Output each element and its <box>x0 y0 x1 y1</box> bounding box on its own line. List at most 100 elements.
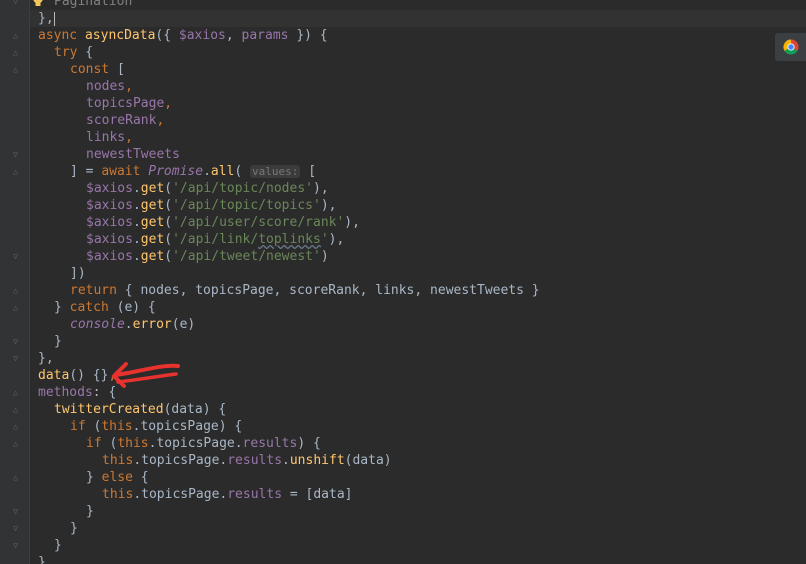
fold-open-icon[interactable] <box>11 303 20 312</box>
code-line[interactable]: $axios.get('/api/topic/topics'), <box>86 197 336 214</box>
code-line[interactable]: console.error(e) <box>70 316 195 333</box>
code-token: console <box>70 317 125 332</box>
code-token: ( <box>85 419 102 434</box>
code-token: unshift <box>289 453 345 468</box>
fold-close-icon[interactable] <box>11 252 20 261</box>
code-line[interactable]: if (this.topicsPage.results) { <box>86 435 321 452</box>
code-token: ( <box>164 181 173 196</box>
fold-close-icon[interactable] <box>11 0 20 6</box>
code-editor[interactable]: Pagination},async asyncData({ $axios, pa… <box>0 0 806 564</box>
code-token: [ <box>109 62 125 77</box>
code-line[interactable]: const [ <box>70 61 125 78</box>
fold-open-icon[interactable] <box>11 388 20 397</box>
code-token: }, <box>38 11 54 26</box>
code-token: ) { <box>297 436 321 451</box>
code-line[interactable]: ] = await Promise.all( values: [ <box>70 163 316 180</box>
code-line[interactable]: if (this.topicsPage) { <box>70 418 242 435</box>
code-line[interactable]: this.topicsPage.results = [data] <box>102 486 352 503</box>
fold-close-icon[interactable] <box>11 541 20 550</box>
code-line[interactable]: async asyncData({ $axios, params }) { <box>38 27 328 44</box>
code-token: ), <box>328 232 345 247</box>
code-token: error <box>132 317 172 332</box>
code-line[interactable]: data() {}, <box>38 367 116 384</box>
fold-close-icon[interactable] <box>11 337 20 346</box>
code-line[interactable]: $axios.get('/api/link/toplinks'), <box>86 231 344 248</box>
code-token: twitterCreated <box>54 402 164 417</box>
code-line[interactable]: methods: { <box>38 384 116 401</box>
fold-open-icon[interactable] <box>11 422 20 431</box>
code-token: methods <box>38 385 93 400</box>
code-token: get <box>140 198 165 213</box>
code-token: } <box>54 538 62 553</box>
code-token: topicsPage <box>86 96 165 111</box>
code-token: get <box>140 215 165 230</box>
code-line[interactable]: } <box>54 333 62 350</box>
code-token: } <box>54 300 70 315</box>
code-line[interactable]: scoreRank, <box>86 112 164 129</box>
fold-close-icon[interactable] <box>11 524 20 533</box>
code-line[interactable]: }, <box>38 10 55 27</box>
code-line[interactable]: Pagination <box>54 0 132 10</box>
browser-preview-button[interactable] <box>775 33 806 61</box>
code-line[interactable]: } <box>70 520 78 537</box>
code-line[interactable]: } <box>86 503 94 520</box>
code-token: ' <box>320 232 329 247</box>
fold-open-icon[interactable] <box>11 439 20 448</box>
code-line[interactable]: return { nodes, topicsPage, scoreRank, l… <box>70 282 540 299</box>
code-line[interactable]: $axios.get('/api/topic/nodes'), <box>86 180 329 197</box>
code-token: ) <box>320 249 329 264</box>
fold-close-icon[interactable] <box>11 507 20 516</box>
code-token: }, <box>38 351 54 366</box>
code-line[interactable]: nodes, <box>86 78 133 95</box>
code-token: results <box>242 436 298 451</box>
code-token: this <box>117 436 149 451</box>
code-token: get <box>140 181 165 196</box>
code-token: this <box>102 487 134 502</box>
code-line[interactable]: }, <box>38 350 54 367</box>
code-line[interactable]: twitterCreated(data) { <box>54 401 226 418</box>
code-line[interactable]: } catch (e) { <box>54 299 156 316</box>
fold-close-icon[interactable] <box>11 354 20 363</box>
code-token: , <box>125 79 133 94</box>
code-line[interactable]: newestTweets <box>86 146 180 163</box>
code-line[interactable]: links, <box>86 129 133 146</box>
fold-close-icon[interactable] <box>11 150 20 159</box>
code-line[interactable]: } else { <box>86 469 149 486</box>
code-line[interactable]: try { <box>54 44 93 61</box>
chrome-icon <box>782 39 799 55</box>
code-token: }) { <box>288 28 328 43</box>
code-token: , <box>164 96 173 111</box>
code-line[interactable]: this.topicsPage.results.unshift(data) <box>102 452 392 469</box>
code-line[interactable]: } <box>54 537 62 554</box>
code-token: ), <box>344 215 360 230</box>
code-token: if <box>86 436 102 451</box>
fold-open-icon[interactable] <box>11 405 20 414</box>
code-token: try <box>54 45 78 60</box>
fold-open-icon[interactable] <box>11 167 20 176</box>
code-token: data <box>38 368 70 383</box>
code-token: ( <box>164 232 173 247</box>
code-line[interactable]: $axios.get('/api/user/score/rank'), <box>86 214 360 231</box>
fold-open-icon[interactable] <box>11 31 20 40</box>
code-line[interactable]: }, <box>38 554 54 564</box>
code-token: '/api/topic/nodes' <box>172 181 313 196</box>
code-token: . <box>132 181 141 196</box>
code-token: '/api/tweet/newest' <box>172 249 321 264</box>
code-line[interactable]: ]) <box>70 265 86 282</box>
code-line[interactable]: topicsPage, <box>86 95 172 112</box>
code-token: } <box>86 504 94 519</box>
fold-open-icon[interactable] <box>11 286 20 295</box>
code-token: async <box>38 28 85 43</box>
fold-open-icon[interactable] <box>11 48 20 57</box>
code-token: }, <box>38 555 54 564</box>
code-token: scoreRank <box>86 113 157 128</box>
code-line[interactable]: $axios.get('/api/tweet/newest') <box>86 248 329 265</box>
fold-open-icon[interactable] <box>11 65 20 74</box>
code-token: catch <box>69 300 109 315</box>
lightbulb-icon[interactable] <box>31 0 45 8</box>
code-token: ( <box>101 436 118 451</box>
code-token: = [data] <box>282 487 353 502</box>
code-token: params <box>241 28 289 43</box>
fold-open-icon[interactable] <box>11 473 20 482</box>
code-token: [ <box>300 164 317 179</box>
